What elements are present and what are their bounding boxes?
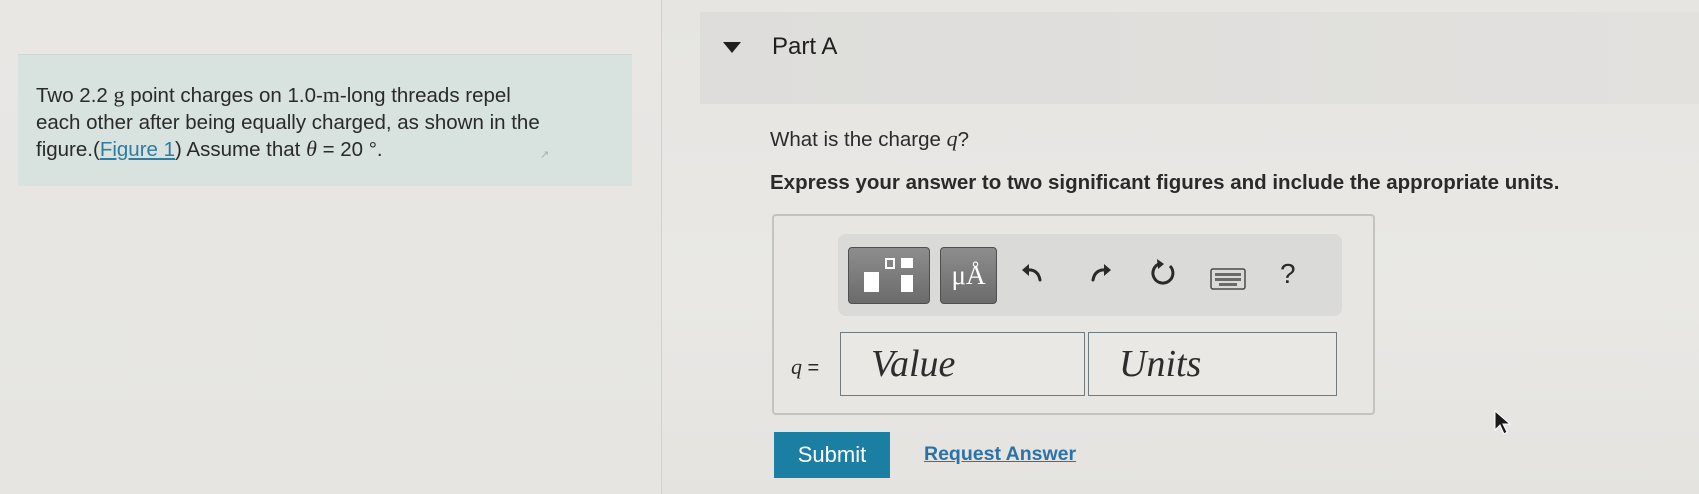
- units-input[interactable]: Units: [1088, 332, 1337, 396]
- external-link-icon: ↗: [540, 149, 550, 161]
- redo-icon[interactable]: [1087, 258, 1115, 286]
- unit-meter: m: [322, 82, 340, 107]
- answer-variable-label: q =: [791, 354, 819, 380]
- answer-variable: q: [791, 354, 802, 379]
- caret-down-icon[interactable]: [723, 42, 741, 53]
- problem-text-part: Two 2.2: [36, 84, 114, 107]
- problem-text-part: -long threads repel: [339, 84, 511, 107]
- instruction-text: Express your answer to two significant f…: [770, 171, 1560, 194]
- part-header[interactable]: [700, 12, 1699, 104]
- problem-text-part: = 20 °.: [316, 138, 383, 161]
- problem-text-part: point charges on 1.0-: [124, 84, 323, 107]
- value-input[interactable]: Value: [840, 332, 1085, 396]
- cursor-icon: [1494, 410, 1512, 435]
- unit-gram: g: [113, 82, 125, 107]
- reset-icon[interactable]: [1148, 258, 1178, 288]
- problem-text-part: ) Assume that: [175, 138, 307, 161]
- question-variable: q: [946, 126, 958, 151]
- request-answer-link[interactable]: Request Answer: [924, 443, 1076, 466]
- help-icon[interactable]: ?: [1280, 258, 1296, 290]
- figure-link[interactable]: Figure 1: [100, 138, 175, 161]
- problem-text-line: each other after being equally charged, …: [36, 110, 540, 134]
- problem-text-part: figure.(: [36, 138, 100, 161]
- question-text-part: What is the charge: [770, 128, 947, 151]
- units-button[interactable]: μÅ: [940, 247, 997, 304]
- submit-button[interactable]: Submit: [774, 432, 890, 478]
- question-text-part: ?: [957, 128, 970, 151]
- equals-sign: =: [802, 357, 820, 379]
- theta-symbol: θ: [306, 136, 317, 161]
- part-title[interactable]: Part A: [772, 33, 837, 61]
- question-text: What is the charge q?: [770, 126, 969, 152]
- keyboard-icon[interactable]: [1210, 268, 1246, 290]
- undo-icon[interactable]: [1018, 258, 1046, 286]
- templates-button[interactable]: [848, 247, 930, 304]
